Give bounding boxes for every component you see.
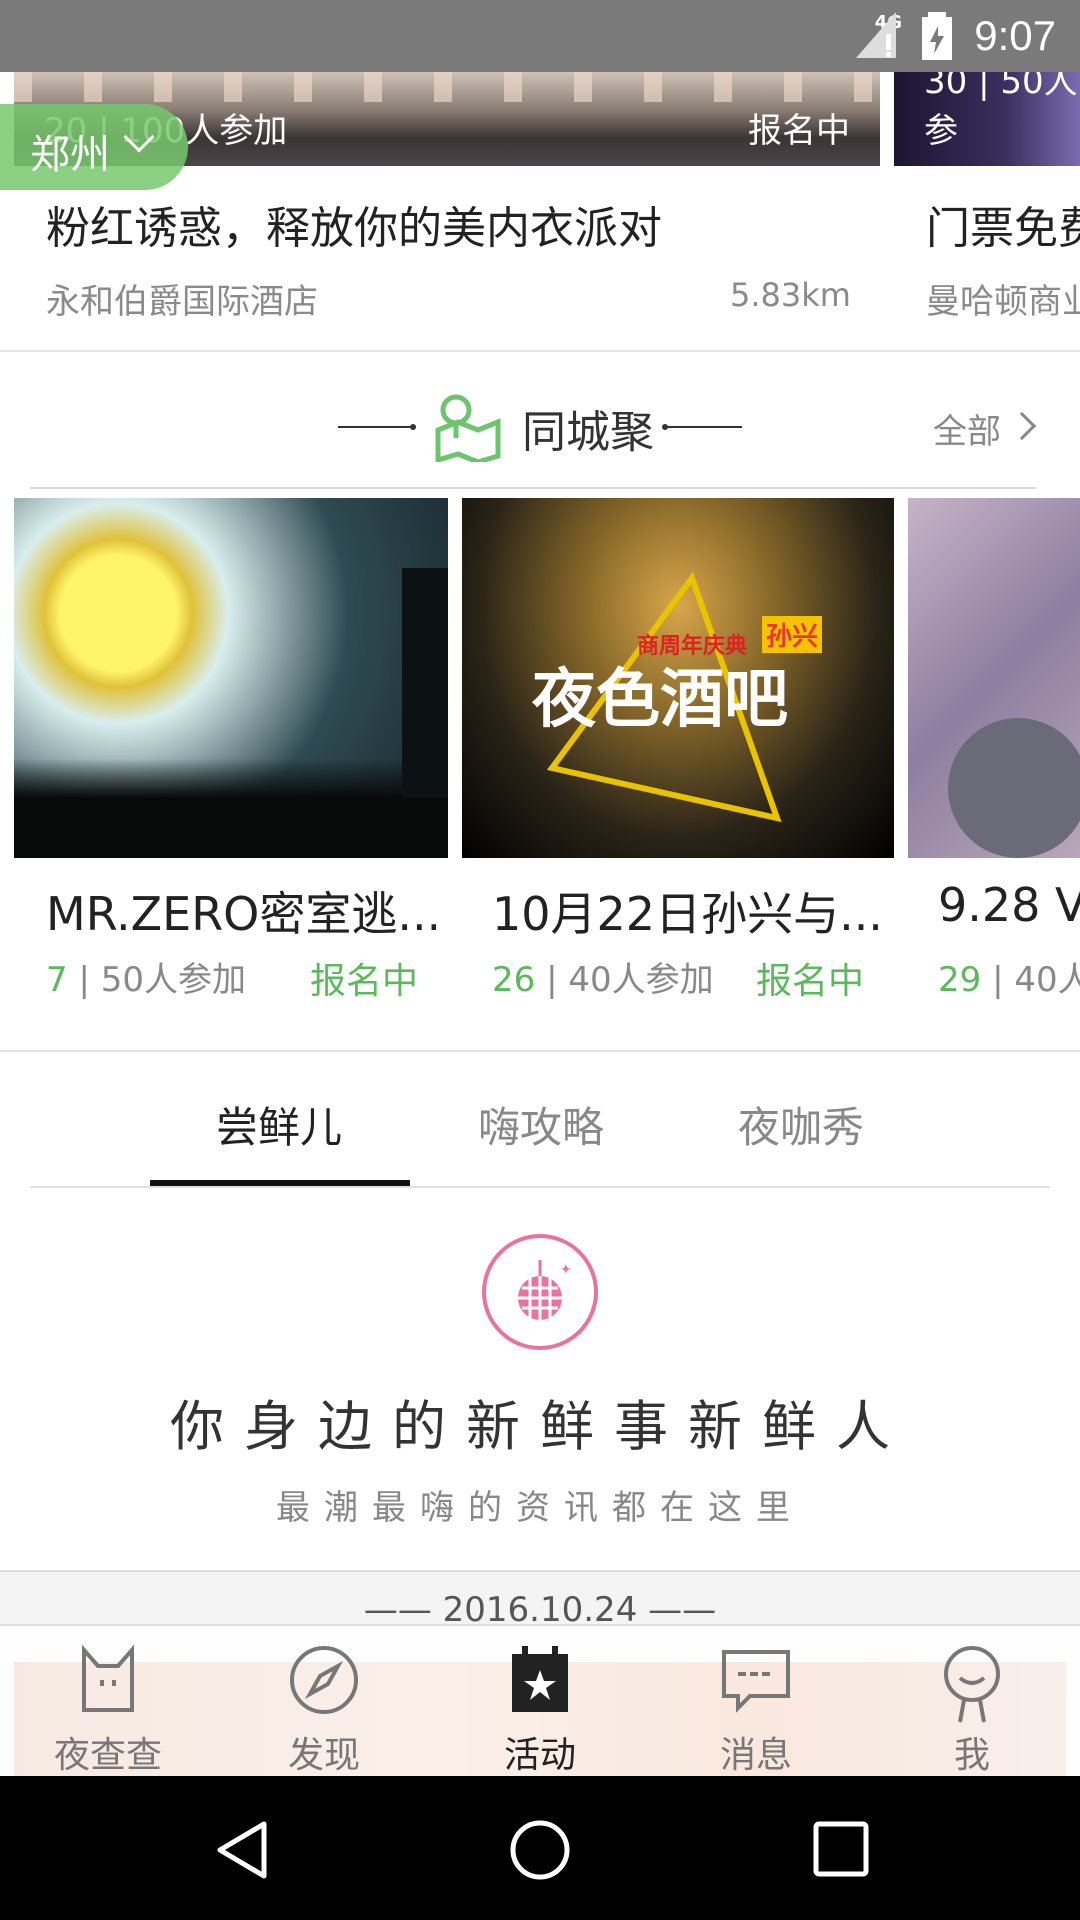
recents-icon[interactable]	[812, 1820, 870, 1878]
nav-wo[interactable]: 我	[892, 1626, 1052, 1778]
signal-icon	[856, 12, 896, 58]
system-nav-bar	[0, 1776, 1080, 1920]
event-image-3[interactable]	[908, 498, 1080, 858]
bottom-nav: 夜查查 发现 活动 消息 我	[0, 1624, 1080, 1778]
top-event-venue: 永和伯爵国际酒店	[46, 282, 318, 322]
svg-text:✦: ✦	[560, 1262, 572, 1278]
top-event-status: 报名中	[748, 111, 850, 151]
tab-changxianer[interactable]: 尝鲜儿	[216, 1094, 342, 1155]
nav-faxian[interactable]: 发现	[244, 1626, 404, 1778]
person-icon	[944, 1646, 1000, 1723]
nav-yechacha[interactable]: 夜查查	[28, 1626, 188, 1778]
nav-huodong[interactable]: 活动	[460, 1626, 620, 1778]
event-status: 报名中	[310, 961, 419, 1002]
event-meta: 29 | 40人	[938, 960, 1080, 1000]
poster-tag: 孙兴	[762, 616, 823, 653]
nav-xiaoxi[interactable]: 消息	[676, 1626, 836, 1778]
event-title[interactable]: MR.ZERO密室逃...	[46, 878, 436, 944]
event-meta: 7 | 50人参加	[46, 960, 246, 1000]
tab-indicator	[150, 1180, 410, 1186]
view-all-link[interactable]: 全部	[933, 404, 1001, 453]
battery-icon	[922, 12, 952, 60]
divider	[0, 1050, 1080, 1052]
event-image-halloween[interactable]	[14, 498, 448, 858]
poster-title: 夜色酒吧	[532, 663, 788, 737]
message-icon	[722, 1650, 790, 1713]
calendar-star-icon	[512, 1646, 568, 1712]
top-event-distance: 5.83km	[730, 276, 851, 314]
clock: 9:07	[974, 12, 1056, 59]
chevron-down-icon	[123, 121, 155, 153]
top-event-title-2[interactable]: 门票免费	[926, 192, 1080, 256]
event-image-bar[interactable]: 夜色酒吧 商周年庆典 孙兴	[462, 498, 894, 858]
event-status: 报名中	[756, 961, 865, 1002]
tab-yekaxiu[interactable]: 夜咖秀	[738, 1094, 864, 1155]
poster-subtitle: 商周年庆典	[637, 634, 748, 659]
compass-icon	[290, 1646, 358, 1714]
event-title[interactable]: 9.28 V	[938, 878, 1080, 932]
map-pin-icon	[435, 394, 501, 462]
city-selector[interactable]: 郑州	[0, 104, 188, 190]
chevron-right-icon	[1007, 411, 1037, 441]
section-header: 同城聚 全部	[0, 352, 1080, 492]
cat-icon	[82, 1644, 134, 1712]
top-event-venue-2: 曼哈顿商业	[926, 282, 1080, 322]
tab-haigonglue[interactable]: 嗨攻略	[478, 1094, 604, 1155]
event-title[interactable]: 10月22日孙兴与...	[492, 878, 882, 944]
status-bar: 4G 9:07	[0, 0, 1080, 72]
event-meta: 26 | 40人参加	[492, 960, 714, 1000]
city-name: 郑州	[30, 132, 110, 178]
top-event-count-2: 30 | 50人参	[924, 72, 1078, 151]
top-event-title[interactable]: 粉红诱惑，释放你的美内衣派对	[46, 192, 662, 256]
home-icon[interactable]	[508, 1818, 572, 1882]
feature-title: 你身边的新鲜事新鲜人	[170, 1395, 910, 1458]
section-title: 同城聚	[522, 407, 654, 458]
top-event-card-image-2[interactable]: 30 | 50人参	[894, 72, 1080, 166]
back-icon[interactable]	[212, 1818, 272, 1882]
feature-subtitle: 最潮最嗨的资讯都在这里	[276, 1488, 804, 1528]
disco-ball-icon: ✦	[482, 1234, 598, 1350]
